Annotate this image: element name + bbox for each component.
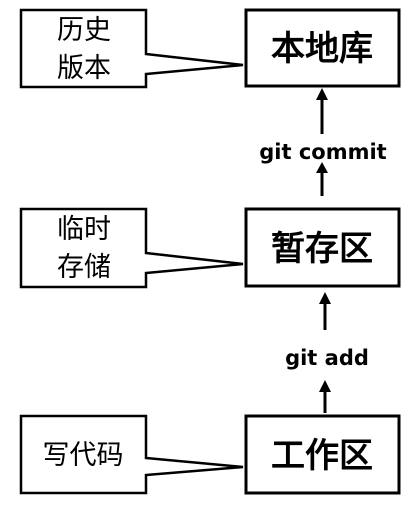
note-history-version: 历史 版本: [19, 8, 244, 89]
note-temp-line2: 存储: [57, 252, 111, 283]
note-write-code: 写代码: [19, 414, 244, 495]
note-write-code-label: 写代码: [43, 440, 124, 471]
note-temp-storage: 临时 存储: [19, 207, 244, 289]
stage-working-area: 工作区: [244, 414, 401, 495]
staging-area-label: 暂存区: [271, 229, 373, 269]
note-history-callout: [19, 8, 244, 89]
local-repo-label: 本地库: [271, 29, 373, 69]
arrow-add-lower-head: [319, 380, 331, 392]
note-temp-callout: [19, 207, 244, 289]
arrow-add-head: [319, 292, 331, 304]
arrow-commit-head: [316, 88, 328, 100]
git-add-label: git add: [285, 346, 369, 370]
note-history-line1: 历史: [57, 15, 111, 46]
git-workflow-diagram: 历史 版本 本地库 git commit 临时 存储 暂存区 git add 写…: [19, 8, 401, 495]
working-area-label: 工作区: [271, 436, 373, 476]
stage-staging-area: 暂存区: [244, 207, 401, 288]
stage-local-repo: 本地库: [244, 8, 401, 88]
note-temp-line1: 临时: [57, 214, 111, 245]
git-commit-label: git commit: [259, 140, 386, 164]
note-history-line2: 版本: [57, 53, 111, 84]
